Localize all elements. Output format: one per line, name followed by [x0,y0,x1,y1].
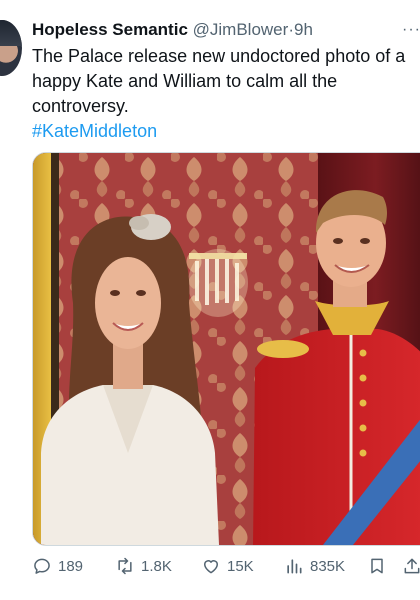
post-time[interactable]: 9h [294,20,313,39]
hashtag-link[interactable]: #KateMiddleton [32,119,420,144]
bookmark-button[interactable] [367,556,387,576]
avatar[interactable] [0,20,22,76]
repost-count: 1.8K [141,557,172,575]
tweet-photo[interactable] [32,152,420,546]
tweet-text: The Palace release new undoctored photo … [32,44,420,144]
tweet-text-line: The Palace release new undoctored photo … [32,46,406,66]
action-bar: 189 1.8K 15K 835K [0,548,420,584]
tweet-header: Hopeless Semantic @JimBlower·9h [32,19,420,41]
reply-count: 189 [58,557,84,575]
retweet-icon [118,557,132,575]
avatar-cap [0,20,22,46]
like-count: 15K [227,557,254,575]
author-name[interactable]: Hopeless Semantic [32,20,188,39]
more-options-icon[interactable]: ··· [402,21,420,39]
views-count: 835K [310,557,346,575]
bookmark-icon [371,558,383,574]
tweet-text-line: controversy. [32,96,129,116]
author-handle[interactable]: @JimBlower [193,20,289,39]
tweet[interactable]: Hopeless Semantic @JimBlower·9h ··· The … [0,0,420,600]
share-button[interactable] [402,556,420,576]
tweet-text-line: happy Kate and William to calm all the [32,71,338,91]
reply-button[interactable]: 189 [32,556,83,576]
views-button[interactable]: 835K [284,556,345,576]
like-button[interactable]: 15K [201,556,254,576]
bar-chart-icon [287,559,302,574]
wax-figures-photo [33,153,420,545]
heart-icon [204,560,218,574]
repost-button[interactable]: 1.8K [115,556,172,576]
share-icon [404,558,420,574]
speech-bubble-icon [34,558,50,574]
